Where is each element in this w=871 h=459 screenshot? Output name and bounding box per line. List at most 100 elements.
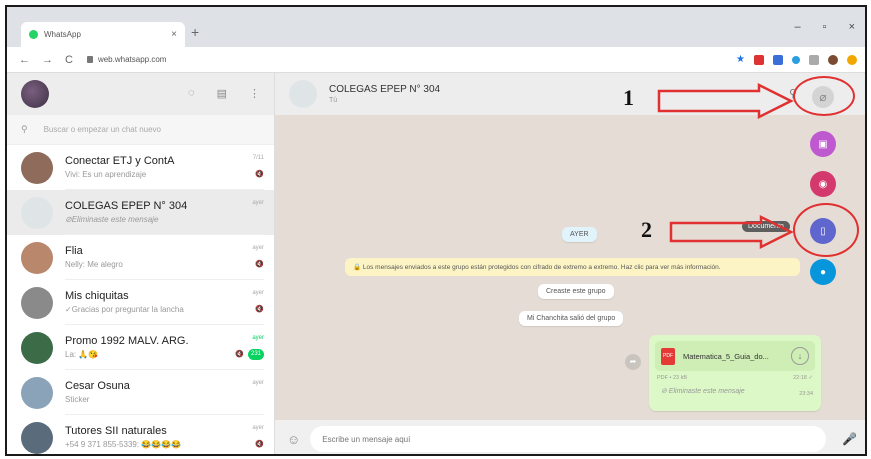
document-card[interactable]: PDF Matematica_5_Guia_do... ↓: [655, 341, 815, 371]
annotation-ellipse-document: [793, 203, 859, 257]
chat-time: 7/11: [252, 155, 264, 161]
group-name: COLEGAS EPEP N° 304: [329, 84, 441, 95]
microphone-icon[interactable]: 🎤: [842, 432, 857, 446]
annotation-label-2: 2: [641, 217, 652, 242]
chat-text: Mis chiquitas ✓Gracias por preguntar la …: [65, 280, 264, 325]
tab-title: WhatsApp: [44, 30, 81, 39]
new-tab-button[interactable]: +: [191, 24, 199, 40]
back-icon[interactable]: ←: [19, 54, 30, 66]
chat-avatar: [21, 241, 53, 274]
chat-time: ayer: [252, 335, 264, 341]
search-icon: ⚲: [21, 124, 28, 134]
profile-avatar-icon[interactable]: [828, 54, 838, 65]
window-controls: – ▫ ×: [795, 21, 855, 33]
chat-avatar: [21, 376, 53, 409]
extension-gray-icon[interactable]: [809, 54, 819, 65]
image-icon: ▣: [818, 138, 828, 150]
chat-search[interactable]: ⚲ Buscar o empezar un chat nuevo: [7, 115, 274, 145]
chat-list: Conectar ETJ y ContA Vivi: Es un aprendi…: [7, 145, 274, 454]
chat-name: Tutores SII naturales: [65, 425, 167, 437]
camera-button[interactable]: ◉: [810, 171, 836, 197]
deleted-message: ⊘ Eliminaste este mensaje: [661, 388, 745, 395]
browser-tab[interactable]: WhatsApp ×: [21, 22, 185, 47]
chat-list-item[interactable]: Tutores SII naturales +54 9 371 855-5339…: [7, 415, 274, 454]
document-meta: PDF • 23 kB: [657, 375, 688, 381]
whatsapp-favicon-icon: [29, 30, 38, 39]
chat-avatar: [21, 331, 53, 364]
chat-list-item[interactable]: Promo 1992 MALV. ARG. La: 🙏😘 ayer 🔇 231: [7, 325, 274, 370]
chat-time: ayer: [252, 425, 264, 431]
maximize-button[interactable]: ▫: [823, 21, 827, 33]
contact-button[interactable]: ●: [810, 259, 836, 285]
group-subtitle: Tú: [329, 97, 338, 104]
chat-list-item[interactable]: Conectar ETJ y ContA Vivi: Es un aprendi…: [7, 145, 274, 190]
chat-last-message: +54 9 371 855-5339: 😂😂😂😂: [65, 440, 182, 449]
chat-last-message: ⊘Eliminaste este mensaje: [65, 215, 159, 224]
chat-time: ayer: [252, 200, 264, 206]
chat-text: Tutores SII naturales +54 9 371 855-5339…: [65, 415, 264, 454]
contact-icon: ●: [819, 266, 827, 278]
chat-text: Promo 1992 MALV. ARG. La: 🙏😘: [65, 325, 264, 370]
document-message[interactable]: PDF Matematica_5_Guia_do... ↓ PDF • 23 k…: [649, 335, 821, 411]
chat-list-item[interactable]: COLEGAS EPEP N° 304 ⊘Eliminaste este men…: [7, 190, 274, 235]
chat-name: Cesar Osuna: [65, 380, 130, 392]
document-time: 22:18 ✓: [793, 375, 813, 381]
chat-list-item[interactable]: Cesar Osuna Sticker ayer: [7, 370, 274, 415]
menu-icon[interactable]: ⋮: [249, 87, 260, 100]
download-icon[interactable]: ↓: [791, 347, 809, 365]
star-icon[interactable]: ★: [736, 54, 745, 65]
system-message-created: Creaste este grupo: [538, 284, 614, 299]
camera-icon: ◉: [818, 178, 828, 190]
tab-close-icon[interactable]: ×: [171, 29, 177, 40]
extension-shield-icon[interactable]: [773, 54, 783, 65]
system-message-left: Mi Chanchita salió del grupo: [519, 311, 624, 326]
chat-time: ayer: [252, 380, 264, 386]
composer: ☺ 🎤: [275, 420, 865, 454]
conversation-pane: COLEGAS EPEP N° 304 Tú ⚲ AYER 🔒 Los mens…: [275, 73, 865, 454]
extension-blue-icon[interactable]: [792, 55, 800, 64]
mute-icon: 🔇: [255, 171, 264, 178]
close-window-button[interactable]: ×: [849, 21, 855, 33]
my-avatar[interactable]: [21, 80, 49, 108]
emoji-icon[interactable]: ☺: [287, 432, 300, 447]
search-input[interactable]: Buscar o empezar un chat nuevo: [44, 125, 161, 134]
annotation-ellipse-clip: [793, 76, 855, 116]
mute-icon: 🔇: [255, 306, 264, 313]
minimize-button[interactable]: –: [795, 21, 801, 33]
chat-list-item[interactable]: Flia Nelly: Me alegro ayer 🔇: [7, 235, 274, 280]
update-icon[interactable]: [847, 54, 857, 65]
annotation-arrow-2: [669, 214, 794, 250]
chat-last-message: Sticker: [65, 395, 90, 404]
chat-last-message: La: 🙏😘: [65, 350, 99, 359]
forward-icon[interactable]: →: [42, 54, 53, 66]
mute-icon: 🔇: [255, 261, 264, 268]
screenshot-frame: WhatsApp × + – ▫ × ← → C web.whatsapp.co…: [5, 5, 867, 456]
pdf-icon: PDF: [661, 347, 675, 365]
encryption-notice[interactable]: 🔒 Los mensajes enviados a este grupo est…: [345, 258, 800, 276]
chat-name: Flia: [65, 245, 83, 257]
photos-videos-button[interactable]: ▣: [810, 131, 836, 157]
chat-text: COLEGAS EPEP N° 304 ⊘Eliminaste este men…: [65, 190, 264, 235]
annotation-arrow-1: [657, 82, 794, 120]
chat-name: Promo 1992 MALV. ARG.: [65, 335, 189, 347]
document-filename: Matematica_5_Guia_do...: [683, 351, 769, 361]
message-input[interactable]: [310, 426, 827, 452]
extension-red-icon[interactable]: [754, 54, 764, 65]
chat-avatar: [21, 151, 53, 184]
url-field[interactable]: web.whatsapp.com: [86, 55, 167, 64]
status-icon[interactable]: ◌: [188, 87, 195, 100]
chat-last-message: Nelly: Me alegro: [65, 260, 123, 269]
reload-icon[interactable]: C: [65, 54, 73, 66]
chat-last-message: ✓Gracias por preguntar la lancha: [65, 305, 184, 314]
forward-icon[interactable]: ➦: [625, 354, 641, 370]
url-text: web.whatsapp.com: [97, 55, 167, 64]
chat-list-item[interactable]: Mis chiquitas ✓Gracias por preguntar la …: [7, 280, 274, 325]
sidebar-header: ◌ ▤ ⋮: [7, 73, 274, 115]
mute-icon: 🔇: [255, 441, 264, 448]
chat-avatar: [21, 196, 53, 229]
new-chat-icon[interactable]: ▤: [217, 87, 227, 100]
group-avatar[interactable]: [289, 80, 317, 108]
extension-icons: ★: [736, 54, 857, 65]
annotation-label-1: 1: [623, 85, 634, 110]
chat-text: Conectar ETJ y ContA Vivi: Es un aprendi…: [65, 145, 264, 190]
